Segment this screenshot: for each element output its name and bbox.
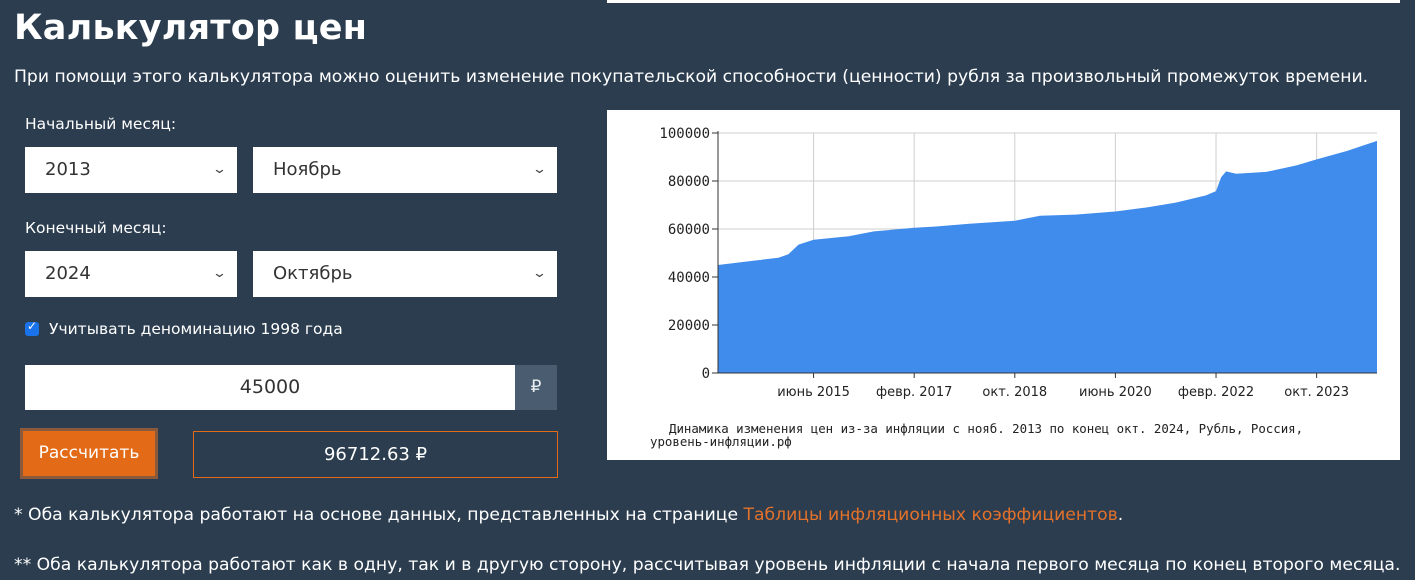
footnote-1-prefix: * Оба калькулятора работают на основе да… (14, 505, 744, 525)
footnote-2: ** Оба калькулятора работают как в одну,… (14, 555, 1401, 575)
x-tick-label: февр. 2017 (876, 385, 952, 400)
x-tick-label: окт. 2018 (982, 385, 1047, 400)
y-tick-label: 20000 (668, 318, 710, 334)
end-year-select[interactable]: 2024 ⌄ (25, 251, 237, 297)
end-month-value: Октябрь (273, 263, 353, 284)
chart-caption-line2: уровень-инфляции.рф (650, 434, 792, 449)
x-tick-label: окт. 2023 (1284, 385, 1349, 400)
top-strip (607, 0, 1400, 3)
amount-input[interactable]: 45000 (25, 365, 515, 410)
chart-svg: 0 20000 40000 60000 80000 100000 июнь 2015 февр… (650, 126, 1377, 449)
x-tick-label: июнь 2020 (1079, 385, 1152, 400)
inflation-chart: 0 20000 40000 60000 80000 100000 июнь 2015 февр… (607, 110, 1400, 460)
page-description: При помощи этого калькулятора можно оцен… (14, 67, 1369, 87)
calculate-button[interactable]: Рассчитать (20, 428, 158, 479)
end-year-value: 2024 (45, 263, 91, 284)
series-area (718, 140, 1377, 373)
y-tick-label: 60000 (668, 222, 710, 238)
y-tick-label: 80000 (668, 174, 710, 190)
page-title: Калькулятор цен (14, 8, 368, 48)
x-tick-label: июнь 2015 (777, 385, 850, 400)
y-tick-label: 100000 (659, 126, 710, 142)
start-month-value: Ноябрь (273, 159, 342, 180)
y-tick-label: 0 (702, 366, 710, 382)
currency-addon: ₽ (515, 365, 557, 410)
start-year-select[interactable]: 2013 ⌄ (25, 147, 237, 193)
result-output: 96712.63 ₽ (193, 431, 558, 478)
chevron-down-icon: ⌄ (211, 162, 228, 177)
chevron-down-icon: ⌄ (211, 266, 228, 281)
x-tick-label: февр. 2022 (1178, 385, 1254, 400)
chevron-down-icon: ⌄ (531, 266, 548, 281)
checkmark-icon: ✓ (27, 319, 38, 333)
start-month-label: Начальный месяц: (25, 115, 177, 133)
denomination-label: Учитывать деноминацию 1998 года (49, 320, 343, 338)
coefficients-table-link[interactable]: Таблицы инфляционных коэффициентов (744, 505, 1118, 525)
y-tick-label: 40000 (668, 270, 710, 286)
footnote-1-suffix: . (1117, 505, 1124, 525)
chevron-down-icon: ⌄ (531, 162, 548, 177)
footnote-1: * Оба калькулятора работают на основе да… (14, 502, 1123, 528)
end-month-select[interactable]: Октябрь ⌄ (253, 251, 557, 297)
denomination-checkbox[interactable]: ✓ (25, 319, 39, 336)
start-year-value: 2013 (45, 159, 91, 180)
end-month-label: Конечный месяц: (25, 219, 167, 237)
start-month-select[interactable]: Ноябрь ⌄ (253, 147, 557, 193)
